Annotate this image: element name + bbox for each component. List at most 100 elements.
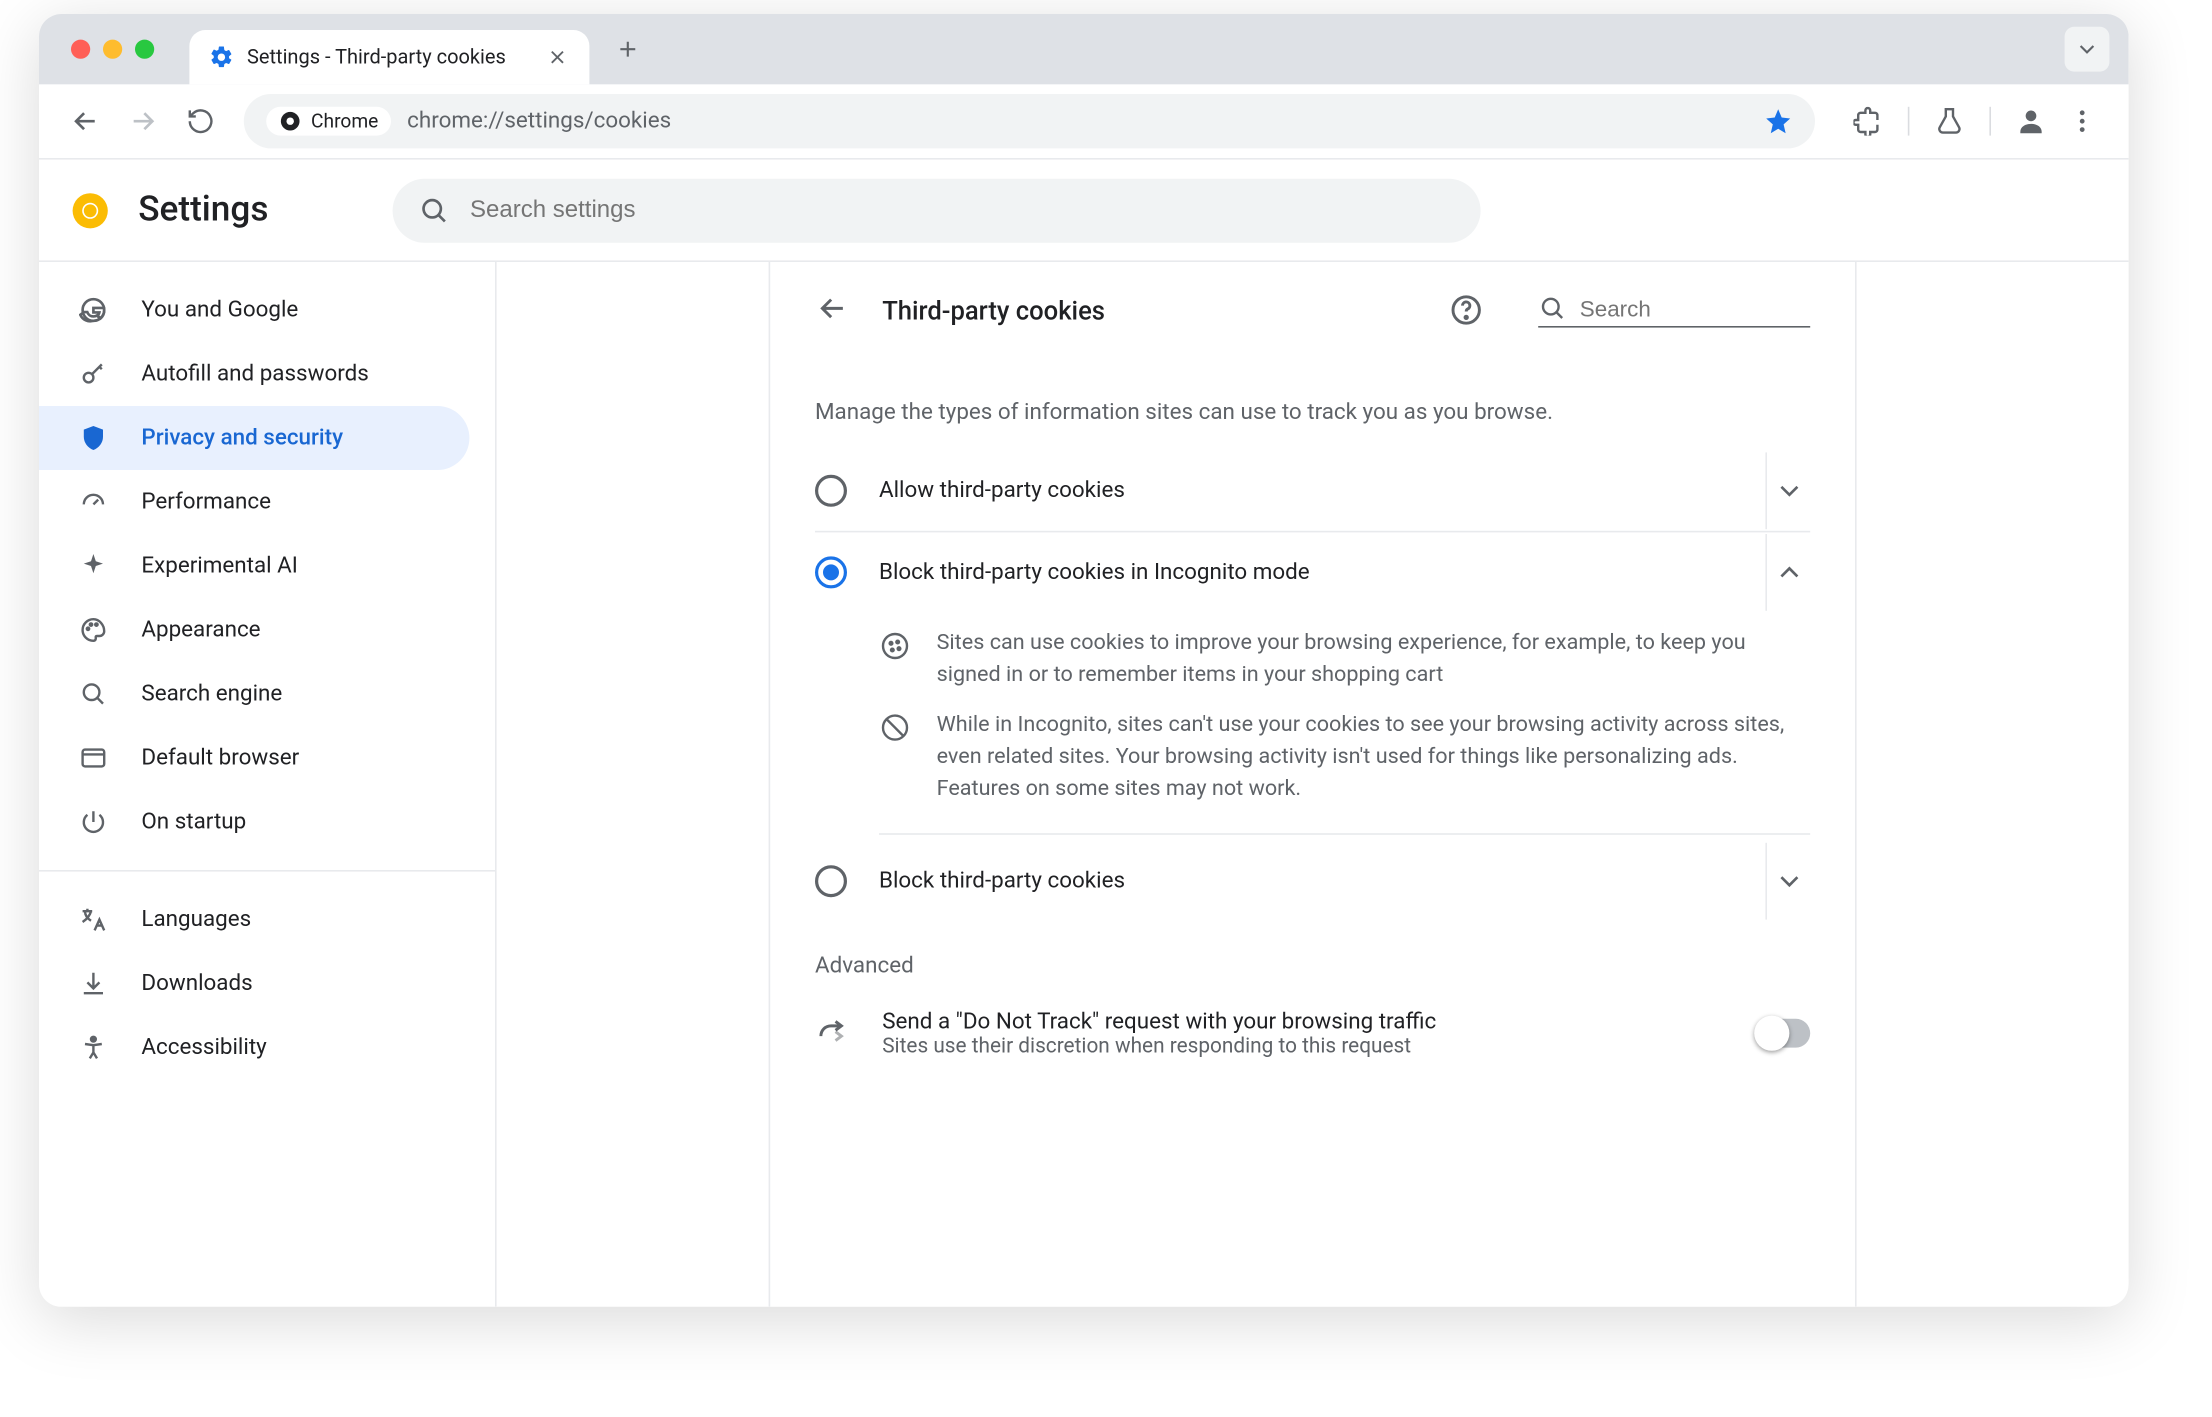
option-label: Block third-party cookies in Incognito m… (879, 559, 1717, 585)
chrome-icon (279, 110, 301, 132)
radio-button[interactable] (815, 866, 847, 898)
settings-title: Settings (138, 190, 268, 230)
in-page-search-input[interactable] (1580, 295, 1772, 321)
browser-tab[interactable]: Settings - Third-party cookies (189, 30, 589, 84)
advanced-label: Advanced (815, 954, 1810, 980)
sidebar-item-label: Accessibility (141, 1035, 266, 1061)
reload-button[interactable] (177, 97, 225, 145)
close-window-button[interactable] (71, 40, 90, 59)
settings-header: Settings (39, 160, 2129, 262)
divider (1989, 107, 1991, 136)
block-icon (879, 711, 911, 743)
search-icon (1538, 293, 1567, 322)
radio-button[interactable] (815, 475, 847, 507)
chrome-logo-icon (71, 191, 109, 229)
settings-main: Third-party cookies Manage the types of … (497, 262, 2129, 1307)
sidebar-item-label: Privacy and security (141, 425, 343, 451)
bookmark-star-icon[interactable] (1764, 107, 1793, 136)
option-allow-third-party[interactable]: Allow third-party cookies (815, 451, 1810, 531)
sidebar-item-label: Appearance (141, 617, 260, 643)
page-description: Manage the types of information sites ca… (815, 400, 1810, 426)
menu-button[interactable] (2058, 97, 2106, 145)
download-icon (77, 968, 109, 1000)
sidebar-item-experimental-ai[interactable]: Experimental AI (39, 534, 469, 598)
search-settings-box[interactable] (393, 178, 1481, 242)
do-not-track-toggle[interactable] (1756, 1019, 1810, 1048)
sidebar-item-downloads[interactable]: Downloads (39, 952, 469, 1016)
toggle-knob (1754, 1016, 1789, 1051)
search-settings-input[interactable] (470, 196, 1456, 223)
cookie-icon (879, 630, 911, 662)
close-tab-button[interactable] (545, 44, 571, 70)
option-detail-panel: Sites can use cookies to improve your br… (879, 627, 1810, 835)
radio-button[interactable] (815, 556, 847, 588)
settings-card: Third-party cookies Manage the types of … (769, 262, 1857, 1307)
labs-button[interactable] (1925, 97, 1973, 145)
arrow-redirect-icon (815, 1016, 850, 1051)
settings-sidebar: You and Google Autofill and passwords Pr… (39, 262, 497, 1307)
back-button[interactable] (815, 291, 853, 329)
setting-title: Send a "Do Not Track" request with your … (882, 1009, 1724, 1035)
detail-text: Sites can use cookies to improve your br… (937, 627, 1811, 692)
window-controls (71, 40, 154, 59)
maximize-window-button[interactable] (135, 40, 154, 59)
gear-icon (209, 44, 235, 70)
site-chip-label: Chrome (311, 110, 378, 132)
url-text: chrome://settings/cookies (407, 108, 671, 134)
sidebar-item-performance[interactable]: Performance (39, 470, 469, 534)
search-icon (419, 194, 451, 226)
page-content: Settings You and Google Autofill and pas… (39, 160, 2129, 1307)
search-icon (77, 678, 109, 710)
option-block-third-party[interactable]: Block third-party cookies (815, 842, 1810, 922)
sidebar-item-autofill[interactable]: Autofill and passwords (39, 342, 469, 406)
browser-window: Settings - Third-party cookies (39, 14, 2129, 1307)
detail-item: Sites can use cookies to improve your br… (879, 627, 1810, 692)
sidebar-item-languages[interactable]: Languages (39, 888, 469, 952)
site-chip[interactable]: Chrome (266, 107, 391, 136)
tab-list-button[interactable] (2065, 27, 2110, 72)
profile-button[interactable] (2007, 97, 2055, 145)
tab-title: Settings - Third-party cookies (247, 45, 532, 69)
extensions-button[interactable] (1844, 97, 1892, 145)
sidebar-item-label: Experimental AI (141, 553, 297, 579)
in-page-search[interactable] (1538, 293, 1810, 327)
forward-button[interactable] (119, 97, 167, 145)
sidebar-item-label: Search engine (141, 681, 282, 707)
expand-button[interactable] (1765, 452, 1810, 529)
sidebar-item-label: Downloads (141, 971, 252, 997)
new-tab-button[interactable] (605, 27, 650, 72)
shield-icon (77, 422, 109, 454)
power-icon (77, 806, 109, 838)
back-button[interactable] (61, 97, 109, 145)
sparkle-icon (77, 550, 109, 582)
sidebar-item-label: Default browser (141, 745, 299, 771)
minimize-window-button[interactable] (103, 40, 122, 59)
speedometer-icon (77, 486, 109, 518)
sidebar-item-accessibility[interactable]: Accessibility (39, 1016, 469, 1080)
card-header: Third-party cookies (815, 262, 1810, 358)
do-not-track-row[interactable]: Send a "Do Not Track" request with your … (815, 989, 1810, 1079)
browser-icon (77, 742, 109, 774)
help-button[interactable] (1449, 292, 1484, 327)
sidebar-item-search-engine[interactable]: Search engine (39, 662, 469, 726)
option-block-incognito[interactable]: Block third-party cookies in Incognito m… (815, 531, 1810, 611)
sidebar-item-label: On startup (141, 809, 246, 835)
option-label: Block third-party cookies (879, 869, 1717, 895)
sidebar-item-default-browser[interactable]: Default browser (39, 726, 469, 790)
sidebar-item-label: Languages (141, 907, 251, 933)
sidebar-item-on-startup[interactable]: On startup (39, 790, 469, 854)
sidebar-item-privacy-security[interactable]: Privacy and security (39, 406, 469, 470)
option-label: Allow third-party cookies (879, 478, 1717, 504)
sidebar-item-label: Performance (141, 489, 271, 515)
detail-item: While in Incognito, sites can't use your… (879, 708, 1810, 805)
translate-icon (77, 904, 109, 936)
divider (1908, 107, 1910, 136)
page-title: Third-party cookies (882, 295, 1420, 325)
sidebar-item-label: You and Google (141, 297, 298, 323)
collapse-button[interactable] (1765, 533, 1810, 610)
sidebar-item-you-and-google[interactable]: You and Google (39, 278, 469, 342)
toolbar: Chrome chrome://settings/cookies (39, 84, 2129, 159)
address-bar[interactable]: Chrome chrome://settings/cookies (244, 94, 1815, 148)
expand-button[interactable] (1765, 843, 1810, 920)
sidebar-item-appearance[interactable]: Appearance (39, 598, 469, 662)
